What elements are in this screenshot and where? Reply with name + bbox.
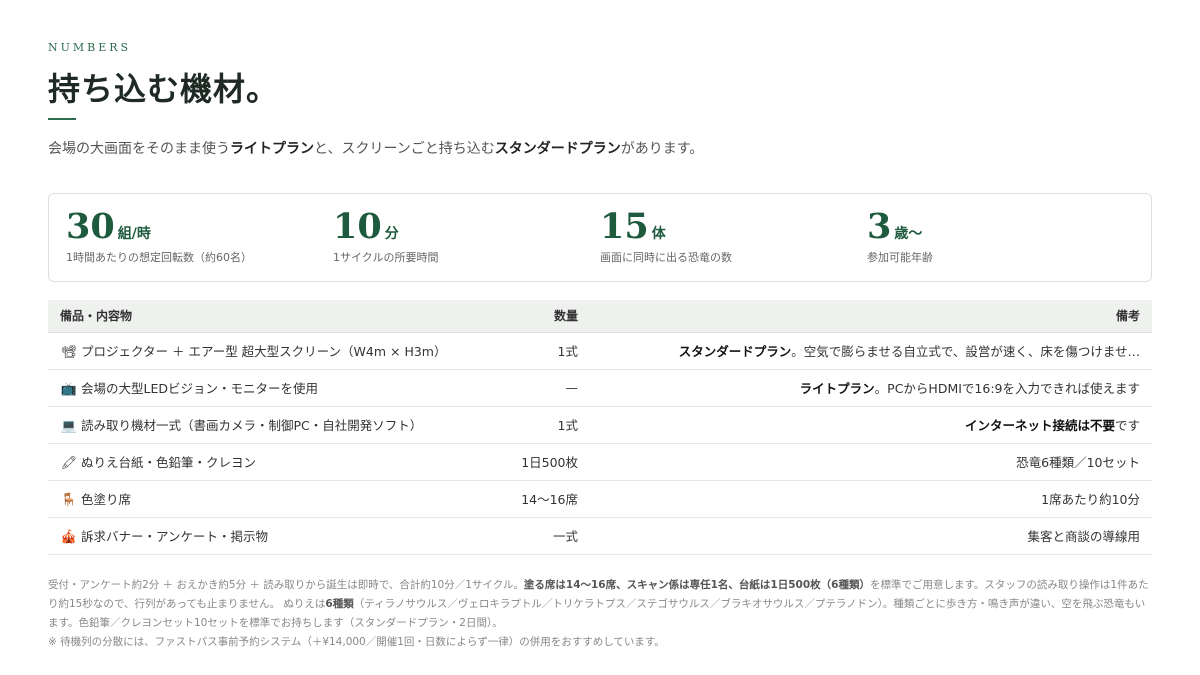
footnote-line-2: ※ 待機列の分散には、ファストパス事前予約システム（＋¥14,000／開催1回・…	[48, 636, 665, 648]
laptop-icon: 💻	[60, 419, 78, 434]
stat-number: 3	[867, 206, 892, 247]
projector-icon: 📽	[60, 345, 78, 360]
note-cell: 1席あたり約10分	[578, 480, 1152, 518]
stat-number: 15	[600, 206, 649, 247]
stat-label: 1サイクルの所要時間	[333, 251, 439, 264]
item-text: プロジェクター ＋ エアー型 超大型スクリーン（W4m × H3m）	[81, 344, 447, 359]
note-cell: 恐竜6種類／10セット	[578, 443, 1152, 481]
stat-groups-per-hour: 30 組/時 1時間あたりの想定回転数（約60名）	[66, 194, 333, 281]
item-cell: 🎪 訴求バナー・アンケート・掲示物	[48, 517, 488, 555]
stat-min-age: 3 歳〜 参加可能年齢	[867, 194, 1134, 281]
lead-text-1: 会場の大画面をそのまま使う	[48, 141, 230, 157]
footnote-line-1: 受付・アンケート約2分 ＋ おえかき約5分 ＋ 読み取りから誕生は即時で、合計約…	[48, 576, 1152, 633]
stat-label: 画面に同時に出る恐竜の数	[600, 251, 732, 264]
item-cell: 🪑 色塗り席	[48, 480, 488, 518]
table-row: 💻 読み取り機材一式（書画カメラ・制御PC・自社開発ソフト） 1式 インターネット…	[48, 406, 1152, 444]
stat-label: 参加可能年齢	[867, 251, 933, 264]
stat-unit: 分	[384, 226, 399, 242]
title-underline	[48, 118, 76, 120]
lead-standard-plan: スタンダードプラン	[494, 141, 621, 157]
footnote: 受付・アンケート約2分 ＋ おえかき約5分 ＋ 読み取りから誕生は即時で、合計約…	[48, 576, 1152, 652]
item-cell: 🖍 ぬりえ台紙・色鉛筆・クレヨン	[48, 443, 488, 481]
note-text: 。PCからHDMIで16:9を入力できれば使えます	[874, 381, 1140, 396]
column-header-note: 備考	[578, 300, 1152, 333]
item-cell: 💻 読み取り機材一式（書画カメラ・制御PC・自社開発ソフト）	[48, 406, 488, 444]
item-text: 会場の大型LEDビジョン・モニターを使用	[81, 381, 318, 396]
lead-text-2: と、スクリーンごと持ち込む	[314, 141, 495, 157]
note-text: 。空気で膨らませる自立式で、設営が速く、床を傷つけませ…	[791, 344, 1140, 359]
table-row: 🖍 ぬりえ台紙・色鉛筆・クレヨン 1日500枚 恐竜6種類／10セット	[48, 443, 1152, 481]
table-row: 🪑 色塗り席 14〜16席 1席あたり約10分	[48, 480, 1152, 518]
item-text: 読み取り機材一式（書画カメラ・制御PC・自社開発ソフト）	[81, 418, 423, 433]
note-text: です	[1114, 418, 1140, 433]
table-row: 📺 会場の大型LEDビジョン・モニターを使用 — ライトプラン。PCからHDMIで…	[48, 369, 1152, 407]
stat-number: 30	[66, 206, 115, 247]
note-text: 恐竜6種類／10セット	[1016, 455, 1140, 470]
lead-text-3: があります。	[620, 141, 704, 157]
item-cell: 📺 会場の大型LEDビジョン・モニターを使用	[48, 369, 488, 407]
note-text: 1席あたり約10分	[1041, 492, 1140, 507]
qty-cell: 1式	[488, 332, 578, 370]
circus-tent-icon: 🎪	[60, 530, 78, 545]
stat-cycle-minutes: 10 分 1サイクルの所要時間	[333, 194, 600, 281]
item-text: 訴求バナー・アンケート・掲示物	[81, 529, 269, 544]
note-cell: スタンダードプラン。空気で膨らませる自立式で、設営が速く、床を傷つけませ…	[578, 332, 1152, 370]
column-header-qty: 数量	[488, 300, 578, 333]
table-row: 📽 プロジェクター ＋ エアー型 超大型スクリーン（W4m × H3m） 1式 ス…	[48, 332, 1152, 370]
table-header-row: 備品・内容物 数量 備考	[48, 300, 1152, 333]
stat-unit: 歳〜	[894, 226, 923, 242]
qty-cell: 一式	[488, 517, 578, 555]
qty-cell: —	[488, 369, 578, 407]
item-text: 色塗り席	[81, 492, 132, 507]
note-cell: ライトプラン。PCからHDMIで16:9を入力できれば使えます	[578, 369, 1152, 407]
item-cell: 📽 プロジェクター ＋ エアー型 超大型スクリーン（W4m × H3m）	[48, 332, 488, 370]
footnote-bold: 塗る席は14〜16席、スキャン係は専任1名、台紙は1日500枚（6種類）	[523, 579, 870, 591]
item-text: ぬりえ台紙・色鉛筆・クレヨン	[81, 455, 257, 470]
footnote-bold: 6種類	[325, 598, 354, 610]
television-icon: 📺	[60, 382, 78, 397]
stat-label: 1時間あたりの想定回転数（約60名）	[66, 251, 252, 264]
qty-cell: 14〜16席	[488, 480, 578, 518]
stats-panel: 30 組/時 1時間あたりの想定回転数（約60名） 10 分 1サイクルの所要時間 …	[48, 193, 1152, 282]
note-cell: 集客と商談の導線用	[578, 517, 1152, 555]
footnote-text: 受付・アンケート約2分 ＋ おえかき約5分 ＋ 読み取りから誕生は即時で、合計約…	[48, 579, 524, 591]
crayon-icon: 🖍	[60, 456, 78, 471]
stat-unit: 体	[651, 226, 666, 242]
note-text: 集客と商談の導線用	[1027, 529, 1140, 544]
lead-light-plan: ライトプラン	[230, 141, 314, 157]
note-bold: インターネット接続は不要	[964, 418, 1115, 433]
page-title: 持ち込む機材。	[48, 70, 280, 108]
qty-cell: 1式	[488, 406, 578, 444]
qty-cell: 1日500枚	[488, 443, 578, 481]
equipment-table: 備品・内容物 数量 備考 📽 プロジェクター ＋ エアー型 超大型スクリーン（W4…	[48, 300, 1152, 555]
note-bold: ライトプラン	[799, 381, 875, 396]
section-kicker: NUMBERS	[48, 41, 132, 54]
note-cell: インターネット接続は不要です	[578, 406, 1152, 444]
note-bold: スタンダードプラン	[678, 344, 792, 359]
chair-icon: 🪑	[60, 493, 78, 508]
stat-dinosaur-count: 15 体 画面に同時に出る恐竜の数	[600, 194, 867, 281]
stat-number: 10	[333, 206, 382, 247]
stat-unit: 組/時	[117, 226, 151, 242]
table-row: 🎪 訴求バナー・アンケート・掲示物 一式 集客と商談の導線用	[48, 517, 1152, 555]
column-header-item: 備品・内容物	[48, 300, 488, 333]
lead-paragraph: 会場の大画面をそのまま使うライトプランと、スクリーンごと持ち込むスタンダードプラ…	[48, 134, 758, 164]
